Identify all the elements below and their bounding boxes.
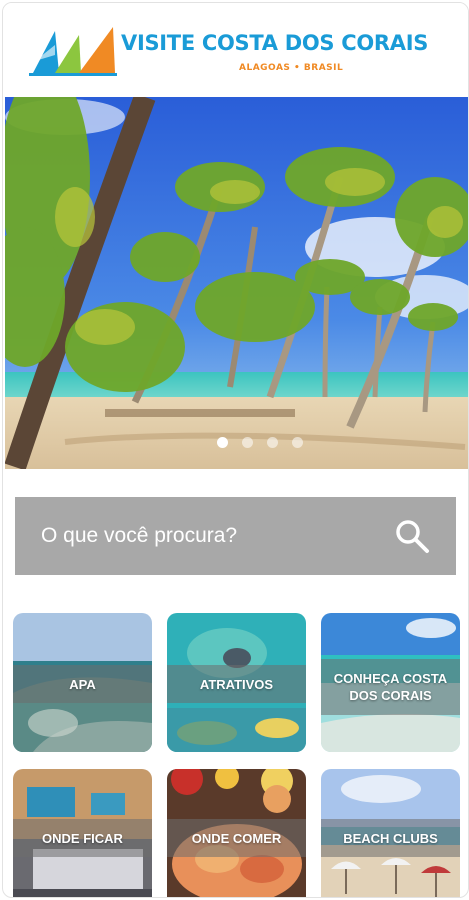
tile-apa[interactable]: APA <box>13 613 152 752</box>
tile-label: BEACH CLUBS <box>343 830 438 846</box>
tile-beach-clubs[interactable]: BEACH CLUBS <box>321 769 460 897</box>
carousel-dot[interactable] <box>292 437 303 448</box>
carousel-dot[interactable] <box>242 437 253 448</box>
tile-label: ATRATIVOS <box>199 676 274 692</box>
hero-beach-image <box>5 97 468 469</box>
tile-onde-comer[interactable]: ONDE COMER <box>167 769 306 897</box>
tile-conheca[interactable]: CONHEÇA COSTA DOS CORAIS <box>321 613 460 752</box>
brand-subtitle: ALAGOAS • BRASIL <box>239 63 344 73</box>
search-input[interactable]: O que você procura? <box>41 524 237 548</box>
header: VISITE COSTA DOS CORAIS ALAGOAS • BRASIL <box>3 3 468 95</box>
carousel-dot[interactable] <box>267 437 278 448</box>
tile-label: APA <box>69 676 96 692</box>
search-bar[interactable]: O que você procura? <box>15 497 456 575</box>
tile-label: ONDE FICAR <box>42 830 123 846</box>
tile-label-band: APA <box>13 665 152 703</box>
app-frame: VISITE COSTA DOS CORAIS ALAGOAS • BRASIL <box>2 2 469 898</box>
tile-label: CONHEÇA COSTA DOS CORAIS <box>333 671 448 703</box>
tile-label-band: ONDE COMER <box>167 819 306 857</box>
tile-atrativos[interactable]: ATRATIVOS <box>167 613 306 752</box>
tile-label-band: CONHEÇA COSTA DOS CORAIS <box>321 659 460 715</box>
carousel-dot[interactable] <box>217 437 228 448</box>
tile-label: ONDE COMER <box>191 830 282 846</box>
tile-label-band: ONDE FICAR <box>13 819 152 857</box>
search-icon[interactable] <box>394 518 430 554</box>
hero-carousel[interactable] <box>5 97 468 469</box>
brand-title[interactable]: VISITE COSTA DOS CORAIS <box>121 31 428 55</box>
tile-label-band: ATRATIVOS <box>167 665 306 703</box>
carousel-dots <box>217 437 303 448</box>
tile-label-band: BEACH CLUBS <box>321 819 460 857</box>
tile-onde-ficar[interactable]: ONDE FICAR <box>13 769 152 897</box>
sailboat-logo-icon[interactable] <box>25 25 117 79</box>
